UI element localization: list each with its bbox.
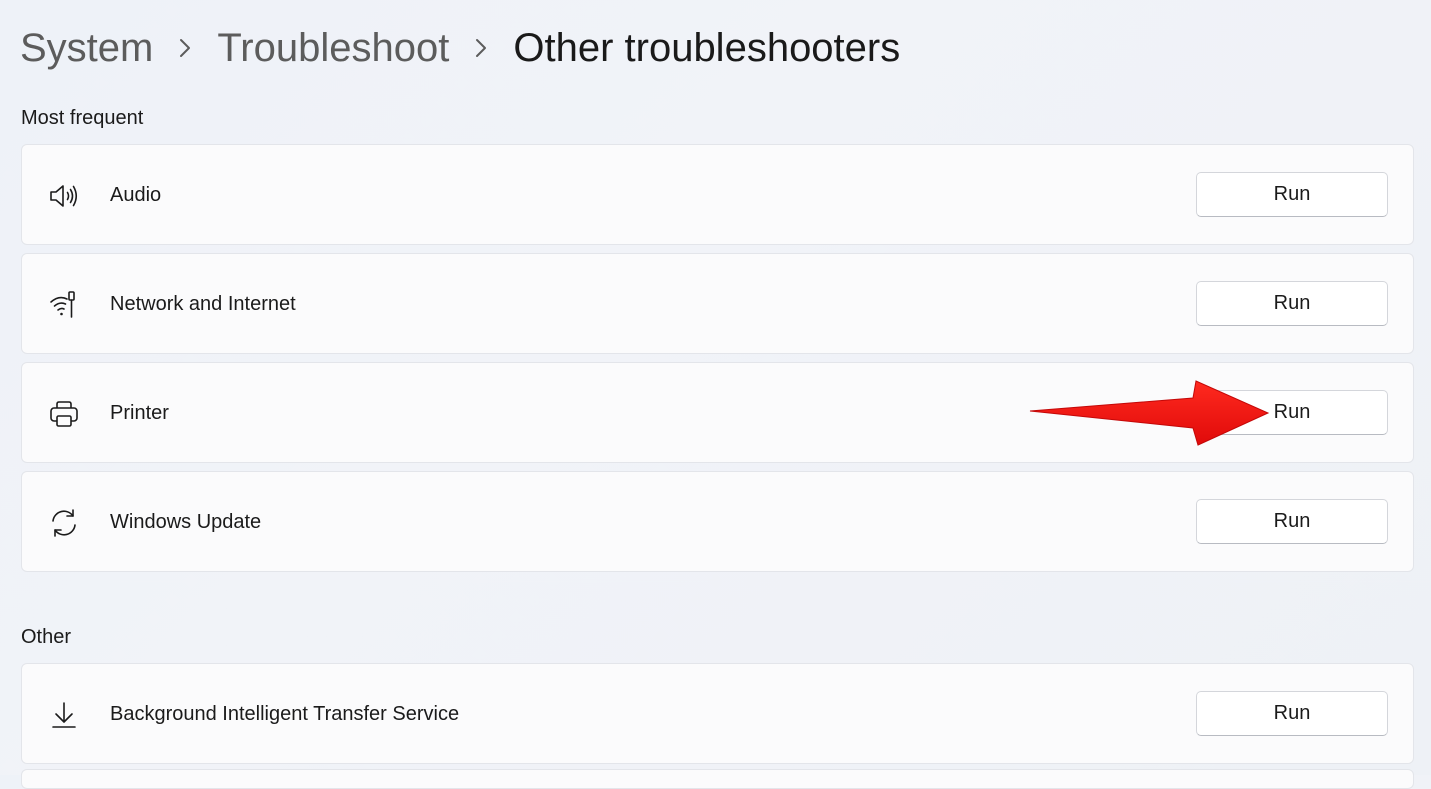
run-audio-button[interactable]: Run: [1196, 172, 1388, 217]
chevron-right-icon: [449, 22, 513, 74]
troubleshooter-label: Printer: [110, 402, 169, 424]
sync-icon: [48, 507, 80, 539]
troubleshooter-label: Background Intelligent Transfer Service: [110, 703, 460, 725]
run-printer-button[interactable]: Run: [1196, 390, 1388, 435]
wifi-network-icon: [48, 289, 80, 321]
troubleshooter-label: Windows Update: [110, 511, 262, 533]
troubleshooter-item-bits: Background Intelligent Transfer Service …: [21, 663, 1414, 764]
printer-icon: [48, 398, 80, 430]
troubleshooter-item-windows-update: Windows Update Run: [21, 471, 1414, 572]
breadcrumb-system[interactable]: System: [20, 26, 153, 71]
page-title: Other troubleshooters: [513, 25, 901, 70]
chevron-right-icon: [153, 22, 217, 74]
troubleshooter-item-audio: Audio Run: [21, 144, 1414, 245]
list-item: [21, 769, 1414, 789]
breadcrumb: System Troubleshoot Other troubleshooter…: [20, 22, 900, 74]
run-bits-button[interactable]: Run: [1196, 691, 1388, 736]
troubleshooter-item-network-and-internet: Network and Internet Run: [21, 253, 1414, 354]
breadcrumb-troubleshoot[interactable]: Troubleshoot: [217, 26, 449, 71]
section-title-other: Other: [21, 626, 72, 648]
troubleshooter-item-printer: Printer Run: [21, 362, 1414, 463]
speaker-icon: [48, 180, 80, 212]
run-network-button[interactable]: Run: [1196, 281, 1388, 326]
section-title-most-frequent: Most frequent: [21, 107, 144, 129]
run-windows-update-button[interactable]: Run: [1196, 499, 1388, 544]
troubleshooter-label: Audio: [110, 184, 162, 206]
troubleshooter-label: Network and Internet: [110, 293, 296, 315]
download-icon: [48, 699, 80, 731]
